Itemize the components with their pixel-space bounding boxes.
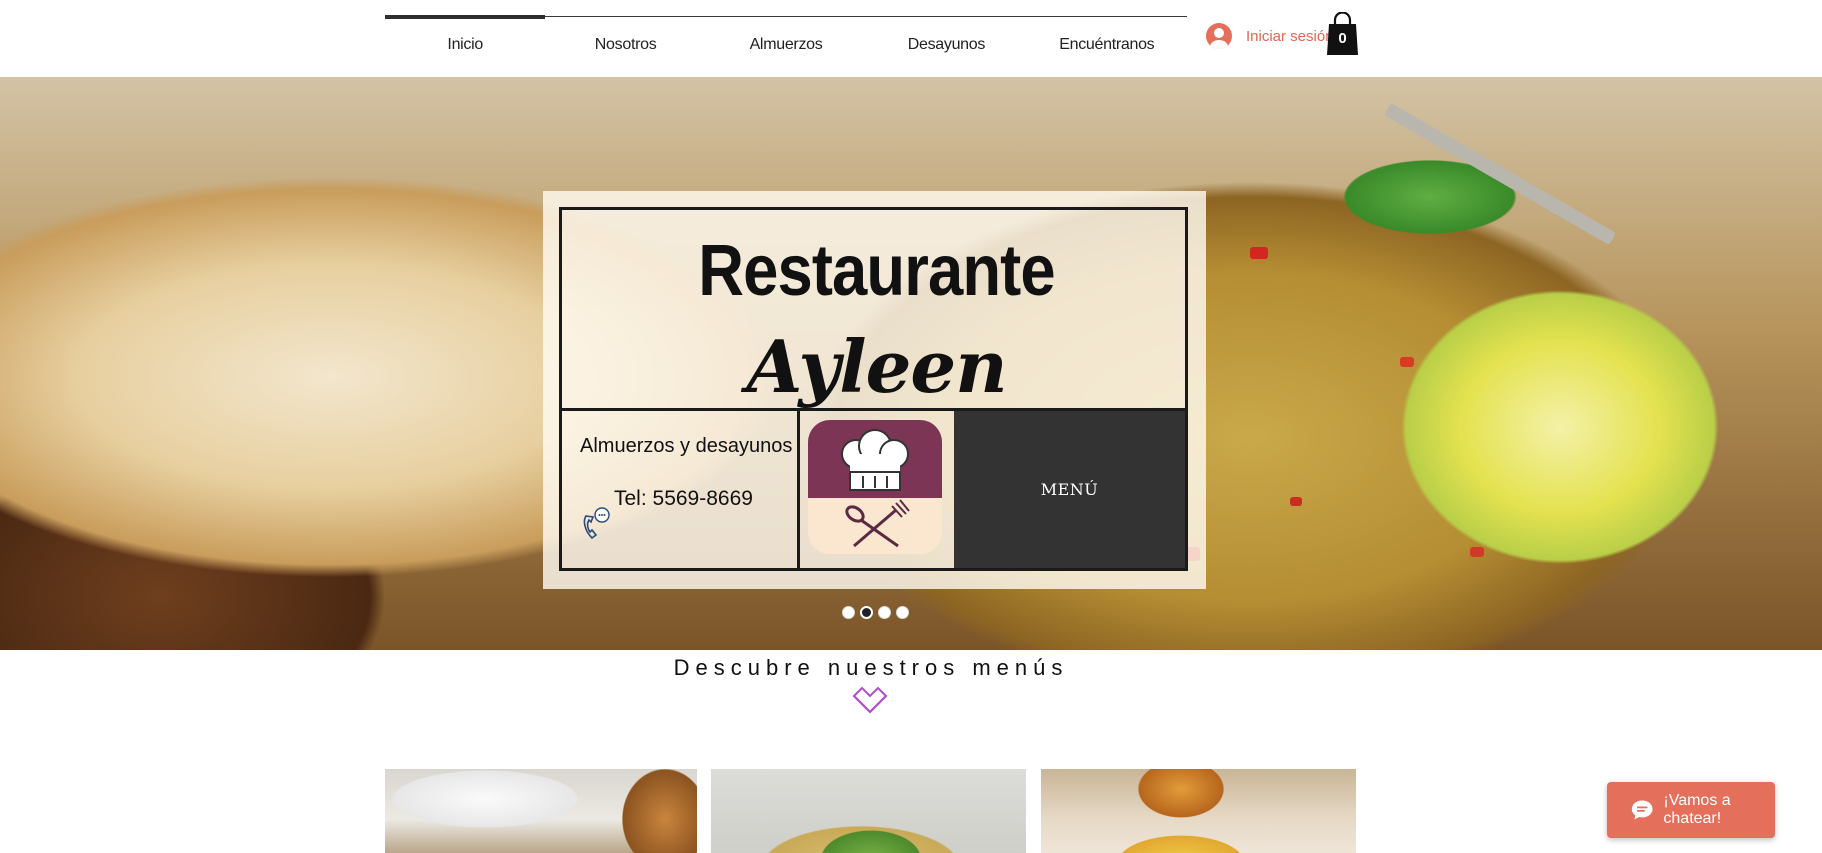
nav-item-encuentranos[interactable]: Encuéntranos <box>1027 17 1187 63</box>
main-nav: Inicio Nosotros Almuerzos Desayunos Encu… <box>385 15 1187 63</box>
section-title: Descubre nuestros menús <box>673 655 1069 680</box>
phone-number: Tel: 5569-8669 <box>614 487 753 510</box>
site-header: Inicio Nosotros Almuerzos Desayunos Encu… <box>0 0 1822 77</box>
card-frame: Restaurante Ayleen Almuerzos y desayunos… <box>559 207 1188 571</box>
chat-button[interactable]: ¡Vamos a chatear! <box>1607 782 1775 838</box>
photo-detail <box>1400 357 1414 367</box>
slide-dot-4[interactable] <box>896 606 909 619</box>
nav-item-inicio[interactable]: Inicio <box>385 15 546 63</box>
menu-thumbnail-3[interactable] <box>1041 769 1356 853</box>
cart-count: 0 <box>1338 30 1347 47</box>
chat-label: ¡Vamos a chatear! <box>1663 792 1731 827</box>
photo-detail <box>1290 497 1302 506</box>
chat-bubble-icon <box>1631 800 1653 820</box>
menu-thumbnail-2[interactable] <box>711 769 1026 853</box>
user-avatar-icon <box>1206 23 1232 49</box>
login-label: Iniciar sesión <box>1246 27 1334 45</box>
chevron-down-icon[interactable] <box>852 686 888 716</box>
slideshow-dots <box>842 606 909 619</box>
menu-thumbnail-1[interactable] <box>385 769 697 853</box>
nav-item-almuerzos[interactable]: Almuerzos <box>706 17 866 63</box>
fork-detail <box>1383 102 1617 246</box>
photo-detail <box>1470 547 1484 557</box>
menu-button[interactable]: MENÚ <box>954 411 1185 568</box>
slide-dot-1[interactable] <box>842 606 855 619</box>
photo-detail <box>1250 247 1268 259</box>
phone-chat-icon[interactable] <box>580 506 612 542</box>
restaurant-title: Restaurante <box>698 231 1055 311</box>
slide-dot-3[interactable] <box>878 606 891 619</box>
restaurant-card: Restaurante Ayleen Almuerzos y desayunos… <box>543 191 1206 589</box>
nav-item-nosotros[interactable]: Nosotros <box>545 17 705 63</box>
nav-item-desayunos[interactable]: Desayunos <box>866 17 1026 63</box>
chef-logo-icon <box>808 420 942 554</box>
login-button[interactable]: Iniciar sesión <box>1206 22 1334 50</box>
menu-button-label: MENÚ <box>1040 480 1099 499</box>
cart-button[interactable]: 0 <box>1326 11 1359 56</box>
slide-dot-2[interactable] <box>860 606 873 619</box>
tagline: Almuerzos y desayunos <box>580 435 793 457</box>
divider <box>797 408 800 568</box>
restaurant-name: Ayleen <box>746 324 1007 409</box>
hero-slideshow: Restaurante Ayleen Almuerzos y desayunos… <box>0 77 1822 650</box>
